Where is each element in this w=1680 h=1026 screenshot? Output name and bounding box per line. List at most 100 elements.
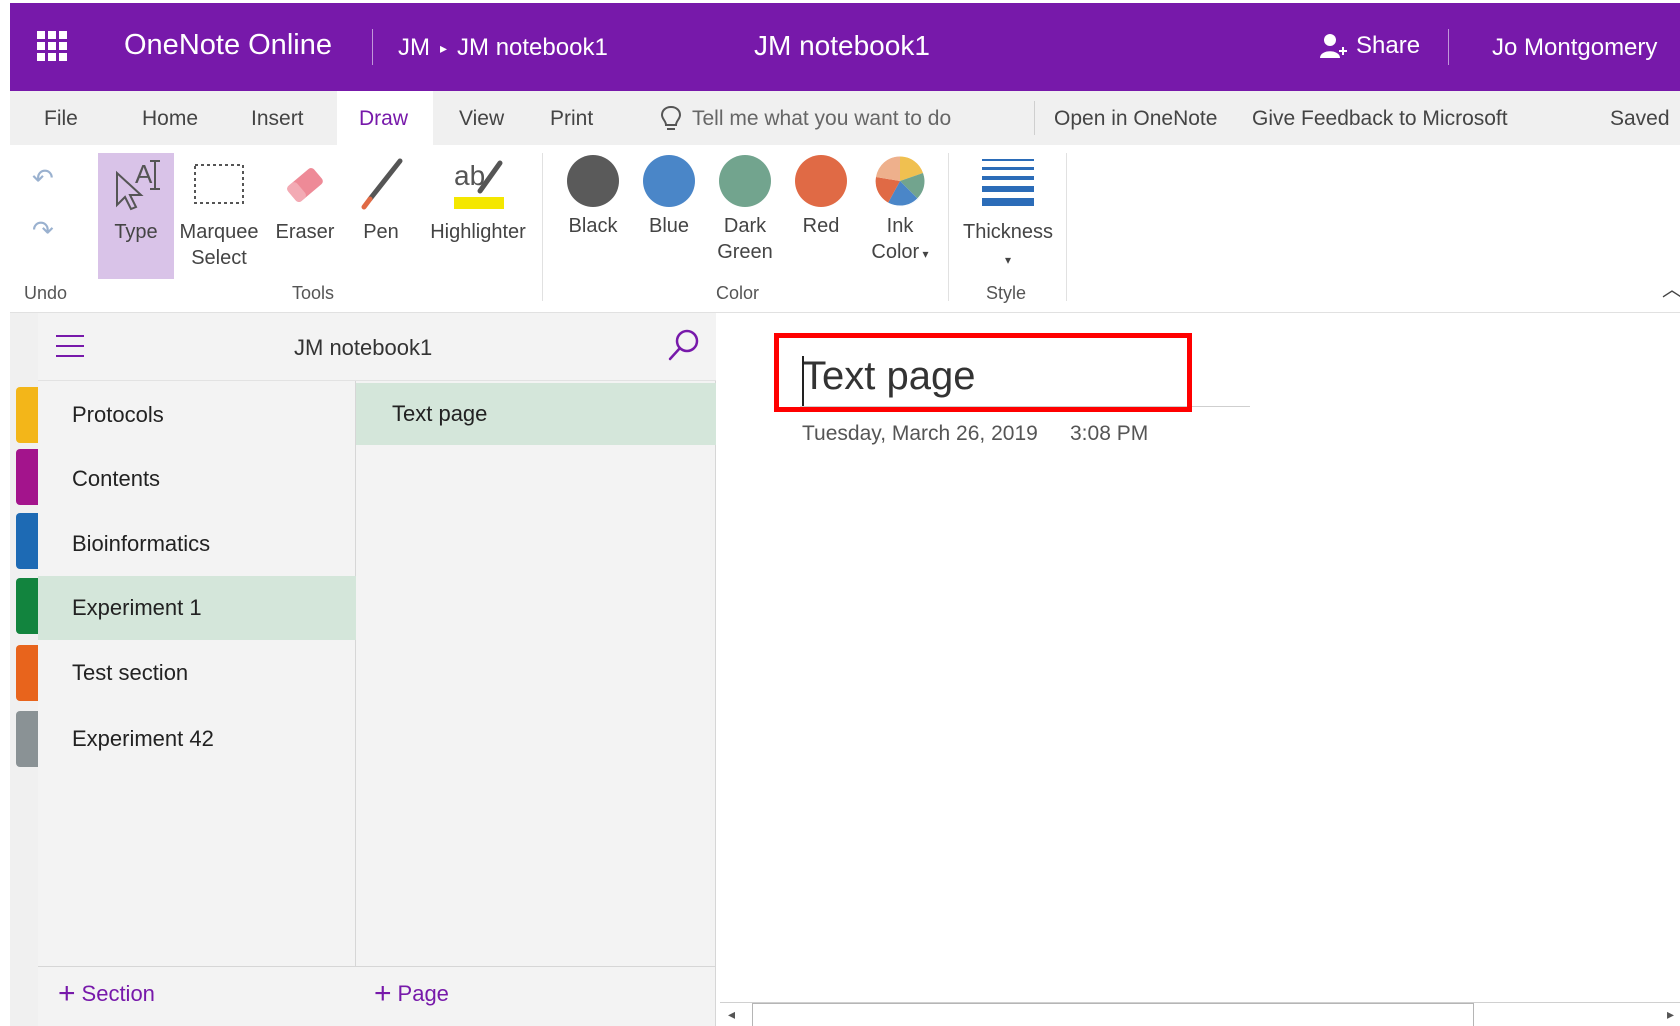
user-name[interactable]: Jo Montgomery (1492, 34, 1657, 62)
ribbon-divider (542, 153, 543, 301)
page-item-active[interactable]: Text page (356, 383, 716, 445)
ink-color-label-2: Color (871, 241, 920, 263)
thickness-dropdown[interactable]: Thickness ▾ (950, 155, 1066, 273)
page-canvas[interactable] (717, 313, 1680, 1026)
ribbon-divider (1066, 153, 1067, 301)
saved-status: Saved (1610, 107, 1670, 130)
menu-divider (1034, 101, 1035, 135)
color-dark-green-button[interactable]: Dark Green (710, 155, 780, 265)
color-black-label: Black (568, 215, 618, 237)
page-date: Tuesday, March 26, 2019 (802, 422, 1038, 445)
open-in-onenote-link[interactable]: Open in OneNote (1054, 107, 1217, 131)
color-blue-button[interactable]: Blue (634, 155, 704, 239)
add-section-label: Section (81, 981, 155, 1006)
section-item-active[interactable]: Experiment 1 (38, 576, 356, 640)
thickness-icon (982, 159, 1034, 206)
app-header: OneNote Online JM ▸ JM notebook1 JM note… (10, 3, 1680, 91)
undo-icon[interactable]: ↶ (32, 163, 54, 194)
page-footer: + Page (356, 966, 716, 1026)
header-divider (372, 29, 373, 65)
marquee-icon (194, 164, 244, 204)
tab-file[interactable]: File (44, 107, 78, 131)
ink-color-label: Ink (886, 215, 914, 237)
type-cursor-icon: A (116, 159, 160, 211)
red-swatch (795, 155, 847, 207)
tab-insert[interactable]: Insert (251, 107, 304, 131)
color-wheel-icon (874, 155, 926, 207)
blue-swatch (643, 155, 695, 207)
section-tab-color (16, 645, 38, 701)
type-tool-button[interactable]: A Type (100, 155, 172, 245)
tab-print[interactable]: Print (550, 107, 593, 131)
add-section-button[interactable]: + Section (58, 977, 155, 1010)
section-tab-color (16, 449, 38, 505)
ink-color-dropdown[interactable]: Ink Color ▾ (862, 155, 938, 267)
tab-draw[interactable]: Draw (359, 107, 408, 131)
collapse-ribbon-icon[interactable]: ︿ (1662, 273, 1680, 302)
section-item[interactable]: Experiment 42 (38, 707, 356, 771)
group-label-color: Color (716, 283, 760, 303)
marquee-label-2: Select (191, 247, 247, 269)
tell-me-search[interactable]: Tell me what you want to do (660, 105, 951, 133)
group-label-undo: Undo (24, 283, 68, 303)
app-launcher-icon[interactable] (37, 31, 67, 61)
share-button[interactable]: Share (1318, 31, 1420, 61)
group-label-style: Style (986, 283, 1027, 303)
give-feedback-link[interactable]: Give Feedback to Microsoft (1252, 107, 1508, 131)
notebook-nav-header: JM notebook1 (38, 313, 716, 381)
caret-down-icon: ▾ (919, 247, 929, 261)
eraser-button[interactable]: Eraser (272, 155, 338, 245)
scrollbar-thumb[interactable] (752, 1003, 1474, 1026)
search-icon[interactable] (666, 327, 702, 363)
hamburger-menu-icon[interactable] (56, 335, 84, 357)
plus-icon: + (58, 977, 76, 1010)
section-tab-color (16, 387, 38, 443)
dark-green-swatch (719, 155, 771, 207)
group-label-tools: Tools (292, 283, 335, 303)
tab-view[interactable]: View (459, 107, 504, 131)
section-tab-color (16, 711, 38, 767)
page-time: 3:08 PM (1070, 422, 1149, 445)
section-item[interactable]: Test section (38, 641, 356, 705)
plus-icon: + (374, 977, 392, 1010)
color-red-button[interactable]: Red (786, 155, 856, 239)
section-tab-color (16, 578, 38, 634)
scroll-right-icon[interactable]: ▸ (1667, 1006, 1674, 1023)
redo-icon[interactable]: ↷ (32, 215, 54, 246)
draw-ribbon: ↶ ↷ Undo A Type Marquee Select Eraser Pe… (10, 145, 1680, 313)
caret-down-icon: ▾ (1004, 253, 1012, 267)
ribbon-divider (948, 153, 949, 301)
highlighter-label: Highlighter (430, 221, 526, 243)
nav-notebook-name[interactable]: JM notebook1 (294, 335, 432, 361)
section-item[interactable]: Bioinformatics (38, 512, 356, 576)
pen-label: Pen (363, 221, 399, 243)
tell-me-label: Tell me what you want to do (692, 107, 952, 130)
app-title[interactable]: OneNote Online (124, 29, 332, 62)
section-item[interactable]: Contents (38, 447, 356, 511)
tab-home[interactable]: Home (142, 107, 198, 131)
highlighter-icon: ab (454, 160, 504, 209)
breadcrumb-user[interactable]: JM (398, 34, 430, 62)
section-tab-color (16, 513, 38, 569)
color-black-button[interactable]: Black (558, 155, 628, 239)
eraser-icon (287, 168, 323, 202)
eraser-label: Eraser (275, 221, 335, 243)
chevron-right-icon: ▸ (440, 39, 448, 56)
add-page-button[interactable]: + Page (374, 977, 449, 1010)
marquee-select-button[interactable]: Marquee Select (174, 155, 264, 271)
pen-icon (361, 158, 403, 210)
notebook-title: JM notebook1 (754, 30, 930, 61)
add-person-icon (1320, 34, 1347, 58)
add-page-label: Page (397, 981, 449, 1006)
highlighter-button[interactable]: ab Highlighter (418, 155, 538, 245)
svg-text:A: A (135, 159, 153, 189)
marquee-label: Marquee (179, 221, 259, 243)
section-item[interactable]: Protocols (38, 383, 356, 447)
horizontal-scrollbar[interactable]: ◂ ▸ (720, 1002, 1680, 1026)
scroll-left-icon[interactable]: ◂ (728, 1006, 735, 1023)
color-red-label: Red (802, 215, 840, 237)
type-tool-label: Type (114, 221, 158, 243)
breadcrumb-notebook[interactable]: JM notebook1 (457, 34, 608, 62)
lightbulb-icon (660, 105, 682, 130)
pen-button[interactable]: Pen (350, 155, 412, 245)
